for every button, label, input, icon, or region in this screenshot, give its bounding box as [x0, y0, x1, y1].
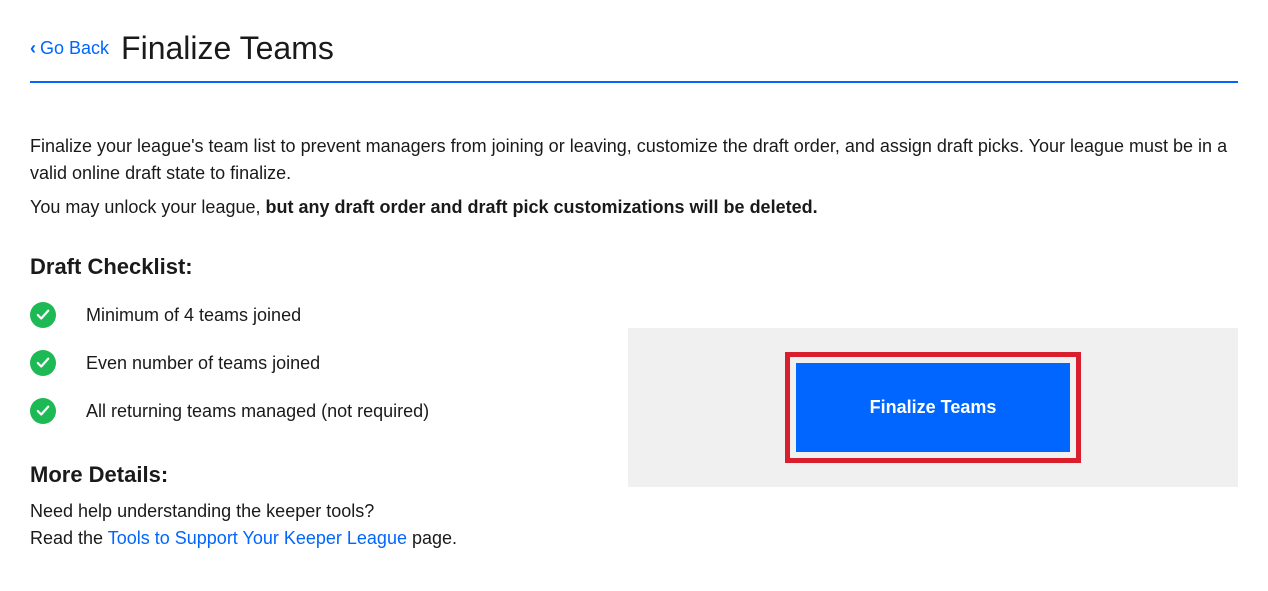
more-details-heading: More Details: — [30, 462, 598, 488]
left-column: Draft Checklist: Minimum of 4 teams join… — [30, 254, 598, 552]
intro-paragraph-2-prefix: You may unlock your league, — [30, 197, 266, 217]
check-circle-icon — [30, 302, 56, 328]
checklist-item: All returning teams managed (not require… — [30, 398, 598, 424]
chevron-left-icon: ‹ — [30, 38, 36, 59]
checklist-item-label: Even number of teams joined — [86, 353, 320, 374]
header-row: ‹ Go Back Finalize Teams — [30, 30, 1238, 83]
help-suffix: page. — [407, 528, 457, 548]
checklist-item: Minimum of 4 teams joined — [30, 302, 598, 328]
go-back-link[interactable]: ‹ Go Back — [30, 38, 109, 59]
help-prefix: Read the — [30, 528, 108, 548]
check-circle-icon — [30, 398, 56, 424]
help-question: Need help understanding the keeper tools… — [30, 501, 374, 521]
intro-paragraph-2: You may unlock your league, but any draf… — [30, 197, 1238, 218]
keeper-tools-link[interactable]: Tools to Support Your Keeper League — [108, 528, 407, 548]
finalize-teams-button[interactable]: Finalize Teams — [796, 363, 1071, 452]
checklist-item-label: Minimum of 4 teams joined — [86, 305, 301, 326]
go-back-label: Go Back — [40, 38, 109, 59]
highlight-box: Finalize Teams — [785, 352, 1082, 463]
check-circle-icon — [30, 350, 56, 376]
content-row: Draft Checklist: Minimum of 4 teams join… — [30, 254, 1238, 552]
checklist-heading: Draft Checklist: — [30, 254, 598, 280]
checklist-item-label: All returning teams managed (not require… — [86, 401, 429, 422]
intro-paragraph-1: Finalize your league's team list to prev… — [30, 133, 1238, 187]
page-title: Finalize Teams — [121, 30, 334, 67]
intro-paragraph-2-bold: but any draft order and draft pick custo… — [266, 197, 818, 217]
action-panel: Finalize Teams — [628, 328, 1238, 487]
checklist-item: Even number of teams joined — [30, 350, 598, 376]
help-text: Need help understanding the keeper tools… — [30, 498, 598, 552]
